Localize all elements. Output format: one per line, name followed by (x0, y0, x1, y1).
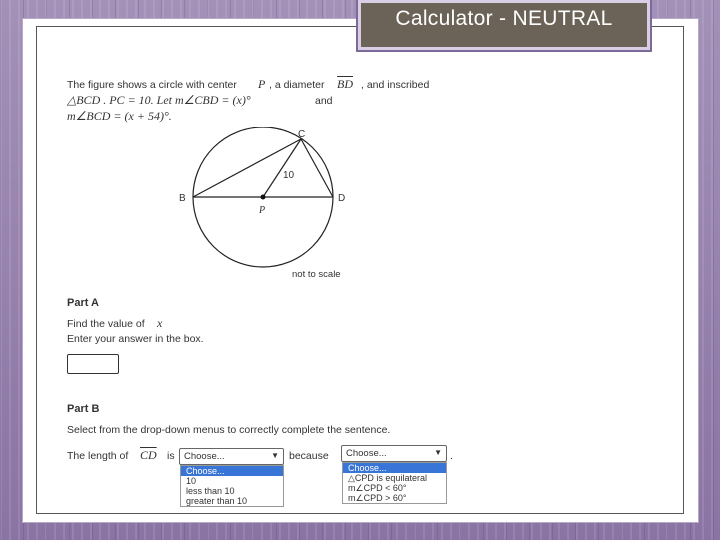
label-p: P (258, 205, 265, 216)
label-c: C (298, 129, 305, 140)
label-d: D (338, 193, 345, 204)
slide-title-box: Calculator - NEUTRAL (356, 0, 652, 52)
problem-text-2: △BCD . PC = 10. Let m∠CBD = (x)° (67, 93, 251, 107)
sentence-start: The length of (67, 450, 129, 462)
figure-caption: not to scale (292, 269, 341, 280)
select-reason-option[interactable]: m∠CPD > 60° (343, 493, 446, 503)
select-reason-option[interactable]: △CPD is equilateral (343, 473, 446, 483)
select-reason-option[interactable]: m∠CPD < 60° (343, 483, 446, 493)
problem-var-BD: BD (337, 77, 353, 91)
problem-text-1a: The figure shows a circle with center (67, 79, 237, 91)
label-10: 10 (283, 170, 295, 181)
part-a-label: Part A (67, 297, 99, 309)
sentence-because: because (289, 450, 329, 462)
select-reason-options: Choose... △CPD is equilateral m∠CPD < 60… (342, 462, 447, 504)
select-length-value: Choose... (184, 451, 225, 462)
select-length-option[interactable]: greater than 10 (181, 496, 283, 506)
segment-pc (262, 138, 302, 198)
chevron-down-icon: ▼ (271, 451, 279, 460)
select-length[interactable]: Choose... ▼ (179, 448, 284, 465)
sentence-is: is (167, 450, 175, 462)
slide-title: Calculator - NEUTRAL (395, 7, 613, 30)
problem-text-1c: , and inscribed (361, 79, 430, 91)
problem-text-and: and (315, 95, 333, 107)
part-a-instruction-1: Find the value of (67, 318, 145, 330)
select-length-options: Choose... 10 less than 10 greater than 1… (180, 465, 284, 507)
problem-text-3: m∠BCD = (x + 54)°. (67, 109, 172, 123)
circle-figure: B C D P 10 (179, 127, 345, 268)
sentence-end: . (450, 450, 453, 462)
part-a-instruction-2: Enter your answer in the box. (67, 333, 204, 345)
segment-cd (300, 138, 334, 198)
center-point (260, 194, 266, 200)
segment-bc (192, 138, 302, 198)
problem-var-P: P (258, 77, 266, 91)
select-length-option[interactable]: 10 (181, 476, 283, 486)
part-b-instruction: Select from the drop-down menus to corre… (67, 424, 391, 436)
answer-input[interactable] (67, 354, 119, 374)
chevron-down-icon: ▼ (434, 448, 442, 457)
sentence-var-cd: CD (140, 448, 157, 462)
select-reason-option[interactable]: Choose... (343, 463, 446, 473)
select-length-option[interactable]: less than 10 (181, 486, 283, 496)
part-b-label: Part B (67, 403, 100, 415)
label-b: B (179, 193, 186, 204)
problem-text-1b: , a diameter (269, 79, 325, 91)
part-a-var-x: x (157, 316, 163, 330)
question-content: The figure shows a circle with center P … (36, 26, 684, 514)
select-reason-value: Choose... (346, 448, 387, 459)
select-reason[interactable]: Choose... ▼ (341, 445, 447, 462)
select-length-option[interactable]: Choose... (181, 466, 283, 476)
